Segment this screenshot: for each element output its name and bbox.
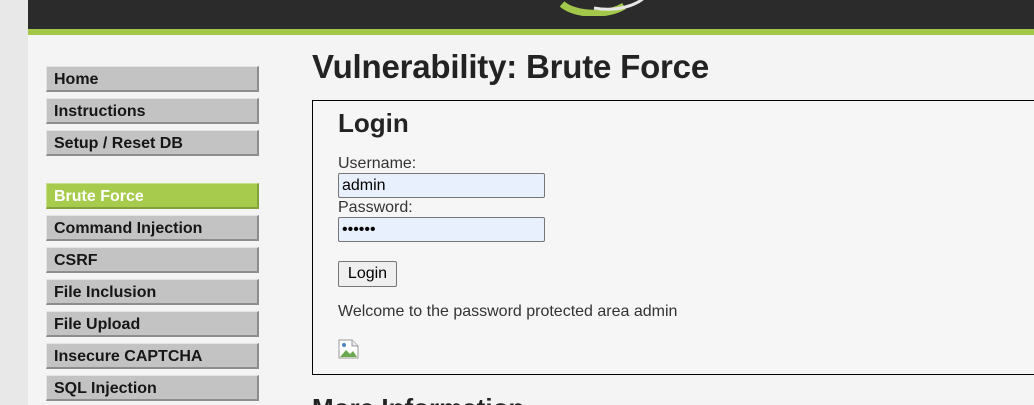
dvwa-logo-icon (559, 0, 644, 16)
menu-item-csrf[interactable]: CSRF (46, 247, 259, 273)
page: Home Instructions Setup / Reset DB Brute… (28, 0, 1034, 405)
menu-item-sql-injection[interactable]: SQL Injection (46, 375, 259, 401)
page-title: Vulnerability: Brute Force (312, 48, 709, 85)
password-input[interactable] (338, 217, 545, 242)
login-heading: Login (338, 108, 409, 138)
welcome-message: Welcome to the password protected area a… (338, 303, 678, 320)
vulnerabilities-menu-group: Brute Force Command Injection CSRF File … (46, 183, 259, 405)
main-menu-group: Home Instructions Setup / Reset DB (46, 66, 259, 162)
username-input[interactable] (338, 173, 545, 198)
login-button[interactable]: Login (338, 261, 397, 287)
password-label: Password: (338, 199, 413, 216)
broken-image-icon (338, 339, 359, 359)
menu-item-insecure-captcha[interactable]: Insecure CAPTCHA (46, 343, 259, 369)
header-bar (28, 0, 1034, 29)
more-information-heading: More Information (312, 393, 524, 405)
menu-item-file-upload[interactable]: File Upload (46, 311, 259, 337)
username-label: Username: (338, 155, 417, 172)
header-accent-rule (28, 29, 1034, 35)
menu-item-setup-reset-db[interactable]: Setup / Reset DB (46, 130, 259, 156)
menu-item-file-inclusion[interactable]: File Inclusion (46, 279, 259, 305)
menu-item-home[interactable]: Home (46, 66, 259, 92)
menu-item-brute-force[interactable]: Brute Force (46, 183, 259, 209)
login-panel: Login Username: Password: Login Welcome … (312, 100, 1034, 375)
menu-item-instructions[interactable]: Instructions (46, 98, 259, 124)
menu-item-command-injection[interactable]: Command Injection (46, 215, 259, 241)
